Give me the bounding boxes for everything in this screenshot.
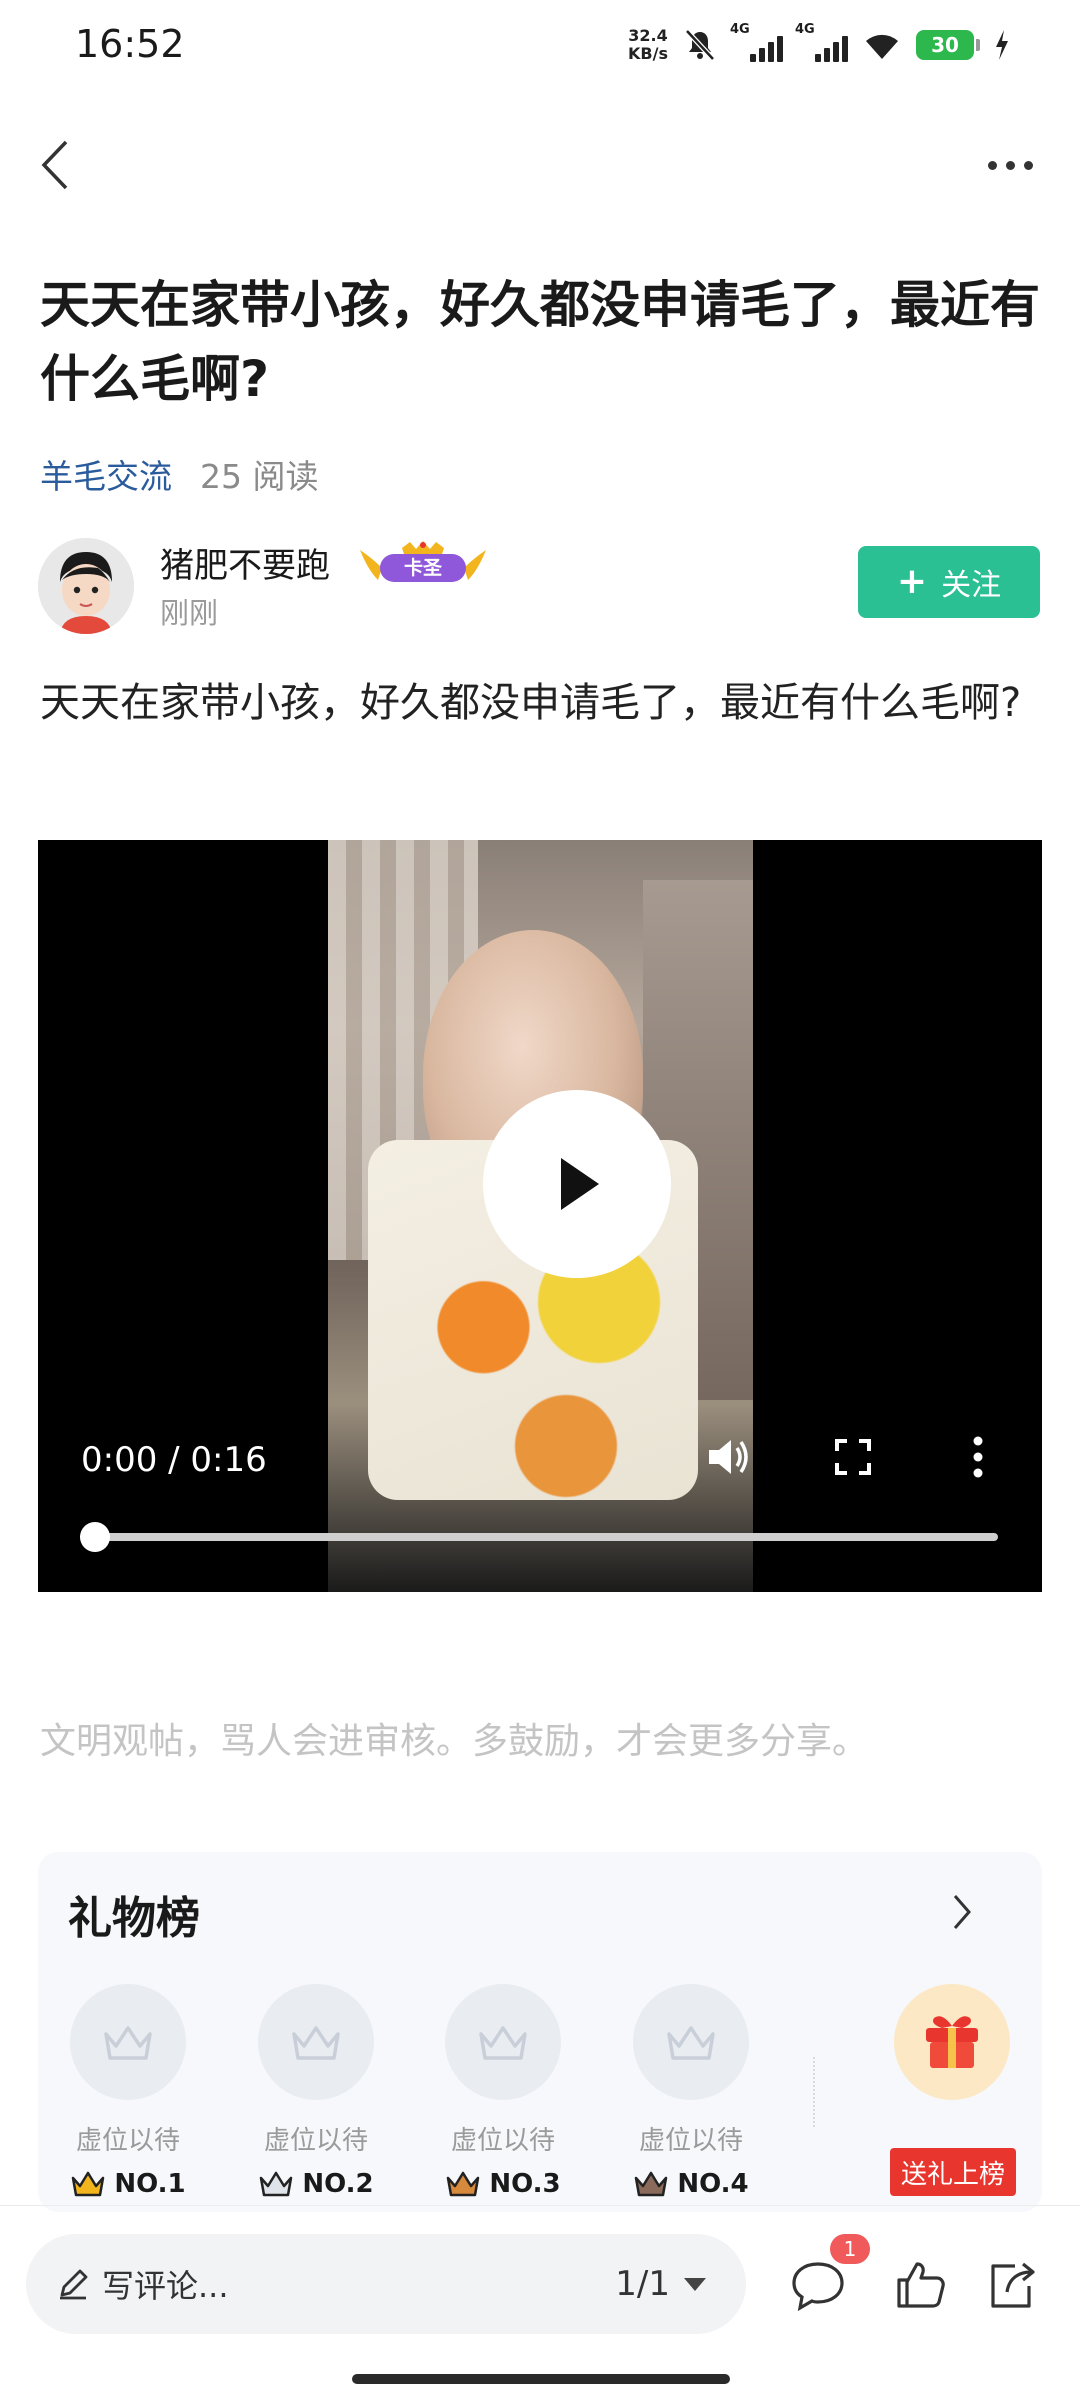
- signal-4g-icon: 4G: [795, 22, 848, 62]
- gift-leaderboard: 礼物榜 虚位以待 NO.1 虚位以待 NO.2 虚位以待 NO.3 虚位以待 N…: [38, 1852, 1042, 2212]
- post-title: 天天在家带小孩，好久都没申请毛了，最近有什么毛啊?: [40, 276, 1040, 408]
- caret-down-icon: [684, 2277, 706, 2291]
- battery-icon: 30: [916, 30, 980, 60]
- post-meta: 羊毛交流 25 阅读: [40, 450, 318, 498]
- crown-gold-icon: [72, 2171, 105, 2197]
- gift-title: 礼物榜: [68, 1893, 200, 1944]
- share-icon[interactable]: [985, 2258, 1041, 2312]
- post-time: 刚刚: [160, 596, 219, 630]
- like-icon[interactable]: [893, 2258, 949, 2312]
- badge-text: 卡圣: [404, 556, 443, 579]
- send-gift-button[interactable]: [894, 1984, 1010, 2100]
- crown-bronze-icon: [447, 2171, 480, 2197]
- chevron-right-icon[interactable]: [950, 1892, 974, 1932]
- video-progress-bar[interactable]: [80, 1533, 998, 1541]
- video-more-icon[interactable]: [968, 1432, 988, 1482]
- plus-icon: +: [896, 561, 928, 602]
- more-options-button[interactable]: [970, 130, 1050, 200]
- level-badge: 卡圣: [358, 540, 488, 590]
- signal-4g-icon: 4G: [730, 22, 783, 62]
- post-body: 天天在家带小孩，好久都没申请毛了，最近有什么毛啊?: [40, 680, 1022, 726]
- read-count: 25 阅读: [200, 457, 319, 496]
- charging-icon: [996, 30, 1008, 60]
- channel-link[interactable]: 羊毛交流: [40, 450, 172, 498]
- divider: [813, 2057, 815, 2127]
- video-progress-thumb[interactable]: [80, 1522, 110, 1552]
- chevron-left-icon: [41, 140, 68, 190]
- play-button[interactable]: [483, 1090, 671, 1278]
- video-player[interactable]: 0:00 / 0:16: [38, 840, 1042, 1592]
- crown-placeholder-icon: [258, 1984, 374, 2100]
- back-button[interactable]: [20, 130, 90, 200]
- author-name[interactable]: 猪肥不要跑: [160, 538, 330, 587]
- avatar[interactable]: [38, 538, 134, 634]
- status-time: 16:52: [75, 22, 185, 66]
- comment-input[interactable]: 写评论... 1/1: [26, 2234, 746, 2334]
- crown-silver-icon: [260, 2171, 293, 2197]
- mute-icon: [685, 29, 715, 61]
- follow-button[interactable]: + 关注: [858, 546, 1040, 618]
- send-gift-label[interactable]: 送礼上榜: [890, 2148, 1016, 2196]
- volume-icon[interactable]: [703, 1432, 753, 1482]
- divider: [0, 2205, 1080, 2206]
- play-icon: [561, 1158, 599, 1210]
- gift-slot[interactable]: 虚位以待 NO.3: [443, 1984, 563, 2199]
- crown-placeholder-icon: [445, 1984, 561, 2100]
- crown-dark-icon: [635, 2171, 668, 2197]
- pencil-icon: [60, 2269, 88, 2300]
- page-selector[interactable]: 1/1: [615, 2234, 706, 2334]
- gift-slot[interactable]: 虚位以待 NO.4: [631, 1984, 751, 2199]
- home-indicator[interactable]: [352, 2374, 730, 2384]
- fullscreen-icon[interactable]: [831, 1435, 875, 1479]
- wifi-icon: [866, 34, 898, 59]
- comment-icon[interactable]: [790, 2258, 846, 2312]
- comment-count-badge: 1: [830, 2234, 870, 2264]
- video-time: 0:00 / 0:16: [81, 1440, 267, 1480]
- crown-placeholder-icon: [70, 1984, 186, 2100]
- gift-slot[interactable]: 虚位以待 NO.2: [256, 1984, 376, 2199]
- crown-placeholder-icon: [633, 1984, 749, 2100]
- status-icons: 32.4 KB/s 4G 4G 30: [628, 20, 1010, 70]
- gift-slot[interactable]: 虚位以待 NO.1: [68, 1984, 188, 2199]
- community-notice: 文明观帖，骂人会进审核。多鼓励，才会更多分享。: [40, 1721, 869, 1762]
- gift-icon: [926, 2016, 978, 2068]
- network-speed: 32.4 KB/s: [628, 26, 668, 63]
